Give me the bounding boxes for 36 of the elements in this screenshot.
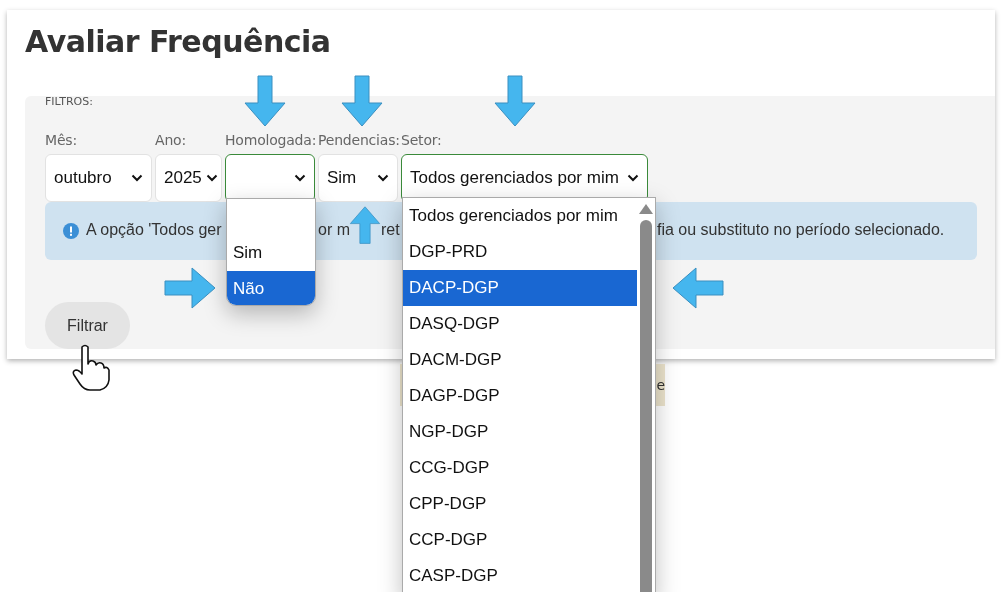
select-field[interactable]: Sim (318, 154, 398, 202)
select-field[interactable]: 2025 (155, 154, 222, 202)
dropdown-option[interactable]: Não (227, 271, 315, 305)
chevron-down-icon (205, 174, 218, 182)
scroll-up-icon[interactable] (639, 204, 653, 214)
info-icon (63, 223, 79, 239)
dropdown-option[interactable]: CCP-DGP (403, 522, 637, 558)
dropdown-option[interactable]: CPP-DGP (403, 486, 637, 522)
dropdown-option[interactable]: NGP-DGP (403, 414, 637, 450)
alert-text: ret (381, 221, 400, 239)
field-label: Homologada: (225, 132, 315, 148)
alert-text: fia ou substituto no período selecionado. (657, 221, 945, 239)
filter-legend: FILTROS: (45, 95, 93, 108)
scrollbar-thumb[interactable] (640, 220, 652, 592)
chevron-down-icon (627, 174, 639, 182)
dropdown-option[interactable]: DACP-DGP (403, 270, 637, 306)
chevron-down-icon (294, 174, 306, 182)
chevron-down-icon (131, 174, 143, 182)
select-field[interactable]: outubro (45, 154, 152, 202)
field-label: Pendencias: (318, 132, 398, 148)
field-label: Ano: (155, 132, 187, 148)
dropdown-option[interactable]: CASP-DGP (403, 558, 637, 592)
background-text: e (656, 377, 665, 393)
dropdown-option[interactable]: DAGP-DGP (403, 378, 637, 414)
alert-text: A opção 'Todos ger (86, 221, 222, 239)
dropdown-option[interactable]: CCG-DGP (403, 450, 637, 486)
chevron-down-icon (377, 174, 389, 182)
dropdown-option[interactable]: DGP-PRD (403, 234, 637, 270)
dropdown-option[interactable]: Sim (227, 235, 315, 271)
field-label: Mês: (45, 132, 78, 148)
field-label: Setor: (401, 132, 443, 148)
filter-button[interactable]: Filtrar (45, 302, 130, 349)
dropdown-option[interactable]: DASQ-DGP (403, 306, 637, 342)
alert-text: or m (318, 221, 350, 239)
dropdown-option[interactable]: DACM-DGP (403, 342, 637, 378)
page-title: Avaliar Frequência (25, 24, 332, 60)
